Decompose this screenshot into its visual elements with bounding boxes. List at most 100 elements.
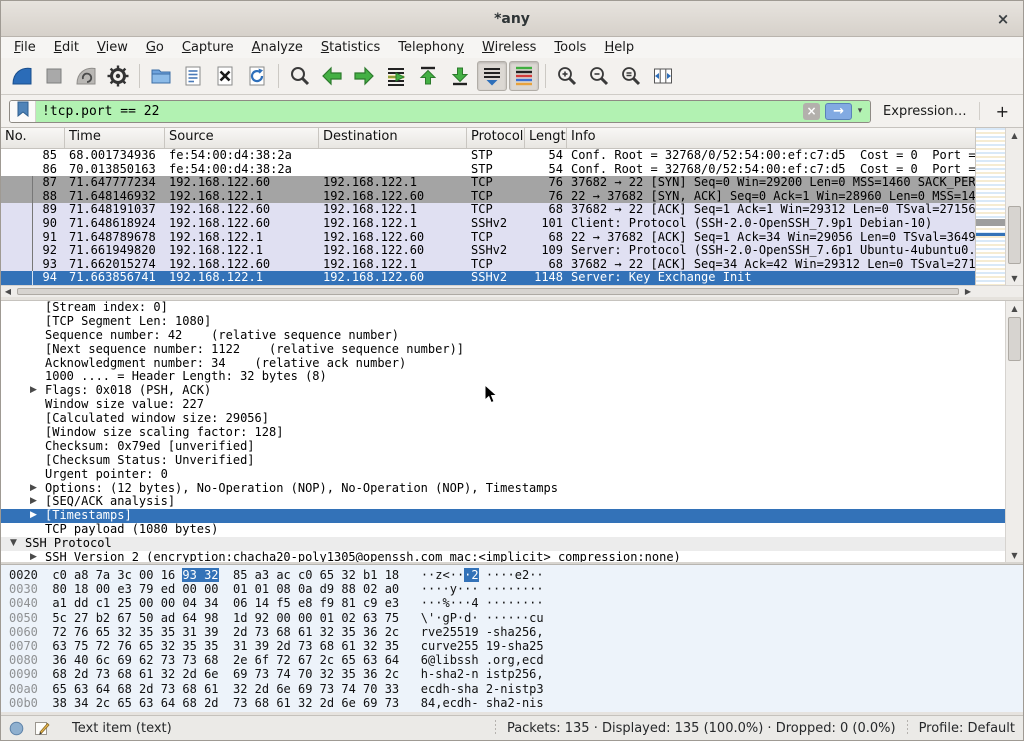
packet-row-90[interactable]: 9071.648618924192.168.122.60192.168.122.… xyxy=(1,217,975,231)
auto-scroll-button[interactable] xyxy=(477,61,507,91)
detail-line[interactable]: [Next sequence number: 1122 (relative se… xyxy=(1,343,1005,357)
menu-tools[interactable]: Tools xyxy=(545,39,595,56)
detail-line[interactable]: TCP payload (1080 bytes) xyxy=(1,523,1005,537)
column-header-info[interactable]: Info xyxy=(567,128,1023,148)
hex-row-0050[interactable]: 0050 5c 27 b2 67 50 ad 64 98 1d 92 00 00… xyxy=(1,611,1023,625)
menu-analyze[interactable]: Analyze xyxy=(243,39,312,56)
start-capture-button[interactable] xyxy=(7,61,37,91)
packet-row-93[interactable]: 9371.662015274192.168.122.60192.168.122.… xyxy=(1,258,975,272)
detail-line[interactable]: ▶[Timestamps] xyxy=(1,509,1005,523)
expander-icon[interactable]: ▶ xyxy=(27,482,40,496)
scroll-left-icon[interactable]: ◀ xyxy=(1,286,15,297)
add-filter-button[interactable]: + xyxy=(990,102,1015,121)
zoom-out-button[interactable] xyxy=(584,61,614,91)
packet-row-88[interactable]: 8871.648146932192.168.122.1192.168.122.6… xyxy=(1,190,975,204)
menu-file[interactable]: File xyxy=(5,39,45,56)
packet-row-91[interactable]: 9171.648789678192.168.122.1192.168.122.6… xyxy=(1,231,975,245)
detail-line[interactable]: ▼SSH Protocol xyxy=(1,537,1005,551)
filter-dropdown-icon[interactable]: ▾ xyxy=(852,106,868,116)
go-first-button[interactable] xyxy=(413,61,443,91)
packet-row-85[interactable]: 8568.001734936fe:54:00:d4:38:2aSTP54Conf… xyxy=(1,149,975,163)
menu-edit[interactable]: Edit xyxy=(45,39,88,56)
expander-icon[interactable]: ▼ xyxy=(7,537,20,551)
filter-clear-icon[interactable]: × xyxy=(803,103,820,120)
hex-row-0070[interactable]: 0070 63 75 72 76 65 32 35 35 31 39 2d 73… xyxy=(1,639,1023,653)
column-header-source[interactable]: Source xyxy=(165,128,319,148)
hex-row-00a0[interactable]: 00a0 65 63 64 68 2d 73 68 61 32 2d 6e 69… xyxy=(1,682,1023,696)
details-vscrollbar[interactable]: ▲ ▼ xyxy=(1005,301,1023,562)
hex-row-0040[interactable]: 0040 a1 dd c1 25 00 00 04 34 06 14 f5 e8… xyxy=(1,596,1023,610)
packet-row-86[interactable]: 8670.013850163fe:54:00:d4:38:2aSTP54Conf… xyxy=(1,163,975,177)
scroll-down-icon[interactable]: ▼ xyxy=(1006,271,1023,285)
expert-info-icon[interactable] xyxy=(9,721,24,736)
detail-line[interactable]: ▶SSH Version 2 (encryption:chacha20-poly… xyxy=(1,551,1005,562)
colorize-packets-button[interactable] xyxy=(509,61,539,91)
menu-statistics[interactable]: Statistics xyxy=(312,39,389,56)
go-last-button[interactable] xyxy=(445,61,475,91)
menu-go[interactable]: Go xyxy=(137,39,173,56)
stop-capture-button[interactable] xyxy=(39,61,69,91)
scrollbar-thumb[interactable] xyxy=(1008,317,1021,361)
detail-line[interactable]: [Window size scaling factor: 128] xyxy=(1,426,1005,440)
detail-line[interactable]: ▶[SEQ/ACK analysis] xyxy=(1,495,1005,509)
scrollbar-thumb[interactable] xyxy=(17,288,959,295)
packet-list-vscrollbar[interactable]: ▲ ▼ xyxy=(1005,128,1023,285)
profile-status[interactable]: Profile: Default xyxy=(919,721,1015,736)
go-back-button[interactable] xyxy=(317,61,347,91)
menu-telephony[interactable]: Telephony xyxy=(389,39,473,56)
scroll-up-icon[interactable]: ▲ xyxy=(1006,301,1023,315)
zoom-in-button[interactable] xyxy=(552,61,582,91)
expander-icon[interactable]: ▶ xyxy=(27,509,40,523)
scroll-up-icon[interactable]: ▲ xyxy=(1006,128,1023,142)
go-forward-button[interactable] xyxy=(349,61,379,91)
save-file-button[interactable] xyxy=(178,61,208,91)
detail-line[interactable]: [Checksum Status: Unverified] xyxy=(1,454,1005,468)
packet-row-94[interactable]: 9471.663856741192.168.122.1192.168.122.6… xyxy=(1,271,975,285)
packet-list-hscrollbar[interactable]: ◀ ▶ xyxy=(1,285,975,297)
detail-line[interactable]: Checksum: 0x79ed [unverified] xyxy=(1,440,1005,454)
detail-line[interactable]: [TCP Segment Len: 1080] xyxy=(1,315,1005,329)
hex-row-0080[interactable]: 0080 36 40 6c 69 62 73 73 68 2e 6f 72 67… xyxy=(1,653,1023,667)
menu-view[interactable]: View xyxy=(88,39,137,56)
find-packet-button[interactable] xyxy=(285,61,315,91)
capture-options-button[interactable] xyxy=(103,61,133,91)
menu-wireless[interactable]: Wireless xyxy=(473,39,545,56)
zoom-original-button[interactable] xyxy=(616,61,646,91)
column-header-destination[interactable]: Destination xyxy=(319,128,467,148)
title-bar[interactable]: *any × xyxy=(1,1,1023,37)
filter-bookmark-button[interactable] xyxy=(10,101,36,122)
capture-comment-icon[interactable] xyxy=(34,720,50,736)
open-file-button[interactable] xyxy=(146,61,176,91)
column-header-protocol[interactable]: Protocol xyxy=(467,128,525,148)
menu-help[interactable]: Help xyxy=(595,39,643,56)
detail-line[interactable]: Window size value: 227 xyxy=(1,398,1005,412)
column-header-time[interactable]: Time xyxy=(65,128,165,148)
detail-line[interactable]: [Calculated window size: 29056] xyxy=(1,412,1005,426)
column-header-no[interactable]: No. xyxy=(1,128,65,148)
expression-button[interactable]: Expression… xyxy=(883,104,967,119)
resize-columns-button[interactable] xyxy=(648,61,678,91)
scroll-right-icon[interactable]: ▶ xyxy=(961,286,975,297)
filter-apply-icon[interactable]: → xyxy=(825,103,852,120)
expander-icon[interactable]: ▶ xyxy=(27,384,40,398)
hex-row-0060[interactable]: 0060 72 76 65 32 35 35 31 39 2d 73 68 61… xyxy=(1,625,1023,639)
scroll-down-icon[interactable]: ▼ xyxy=(1006,548,1023,562)
detail-line[interactable]: Acknowledgment number: 34 (relative ack … xyxy=(1,357,1005,371)
scrollbar-thumb[interactable] xyxy=(1008,206,1021,264)
restart-capture-button[interactable] xyxy=(71,61,101,91)
hex-row-0020[interactable]: 0020 c0 a8 7a 3c 00 16 93 32 85 a3 ac c0… xyxy=(1,568,1023,582)
hex-row-0090[interactable]: 0090 68 2d 73 68 61 32 2d 6e 69 73 74 70… xyxy=(1,667,1023,681)
expander-icon[interactable]: ▶ xyxy=(27,551,40,562)
intelligent-scrollbar-minimap[interactable] xyxy=(975,128,1005,285)
detail-line[interactable]: Sequence number: 42 (relative sequence n… xyxy=(1,329,1005,343)
detail-line[interactable]: 1000 .... = Header Length: 32 bytes (8) xyxy=(1,370,1005,384)
close-file-button[interactable] xyxy=(210,61,240,91)
display-filter-box[interactable]: × → ▾ xyxy=(9,100,871,123)
detail-line[interactable]: Urgent pointer: 0 xyxy=(1,468,1005,482)
reload-file-button[interactable] xyxy=(242,61,272,91)
go-to-packet-button[interactable] xyxy=(381,61,411,91)
detail-line[interactable]: [Stream index: 0] xyxy=(1,301,1005,315)
packet-row-89[interactable]: 8971.648191037192.168.122.60192.168.122.… xyxy=(1,203,975,217)
column-header-length[interactable]: Length xyxy=(525,128,567,148)
display-filter-input[interactable] xyxy=(42,104,803,119)
